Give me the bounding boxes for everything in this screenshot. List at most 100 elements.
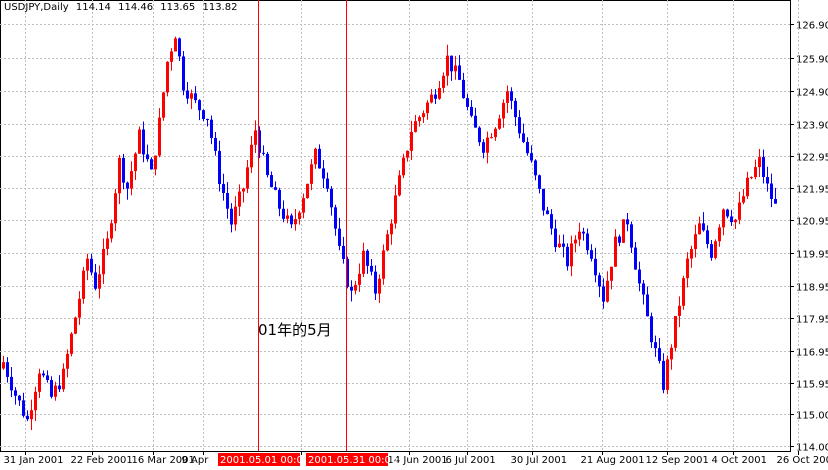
candle	[94, 263, 97, 291]
candle-body	[626, 219, 629, 225]
candle-body	[742, 196, 745, 203]
candle	[706, 225, 709, 249]
candle	[650, 312, 653, 348]
candle-body	[594, 258, 597, 276]
candle-body	[414, 121, 417, 132]
candle	[298, 210, 301, 225]
candle	[646, 286, 649, 317]
candle	[146, 144, 149, 162]
candle-body	[678, 305, 681, 316]
candle	[658, 338, 661, 364]
candle-body	[42, 373, 45, 376]
y-tick-label: 114.00	[796, 443, 828, 454]
candle-body	[238, 191, 241, 207]
candle-body	[766, 177, 769, 184]
candle-body	[130, 171, 133, 189]
candle-body	[530, 153, 533, 161]
candle	[726, 208, 729, 219]
candle	[162, 91, 165, 121]
candle-body	[478, 127, 481, 143]
candle-body	[154, 155, 157, 170]
candle	[178, 37, 181, 61]
candle-body	[582, 231, 585, 234]
candle	[730, 209, 733, 226]
candle-body	[738, 202, 741, 220]
candle-body	[514, 100, 517, 118]
y-tick-label: 122.95	[796, 153, 828, 164]
candle	[166, 61, 169, 97]
candle	[754, 159, 757, 180]
candle	[442, 72, 445, 93]
y-tick-label: 126.90	[796, 21, 828, 32]
candle	[406, 150, 409, 162]
candle	[526, 137, 529, 156]
candle-body	[578, 231, 581, 240]
candle-body	[90, 258, 93, 273]
candle	[758, 149, 761, 177]
candle-body	[250, 144, 253, 168]
candle	[506, 85, 509, 113]
candle	[318, 144, 321, 169]
candle-body	[322, 168, 325, 179]
candle	[678, 296, 681, 328]
candle-body	[622, 219, 625, 243]
candle-body	[570, 243, 573, 267]
candle-body	[2, 362, 5, 369]
candle	[6, 357, 9, 383]
candle	[550, 209, 553, 235]
candle-body	[382, 250, 385, 279]
candle-body	[38, 373, 41, 392]
y-tick-label: 123.90	[796, 121, 828, 132]
candle	[30, 399, 33, 431]
candle-body	[518, 117, 521, 134]
candle-body	[150, 159, 153, 170]
candle	[454, 55, 457, 80]
x-tick-label: 4 Oct 2001	[712, 455, 767, 466]
candle	[398, 170, 401, 197]
candle-body	[714, 241, 717, 258]
candle-body	[386, 234, 389, 251]
candle	[42, 370, 45, 378]
candle-body	[210, 119, 213, 138]
candle	[74, 316, 77, 335]
candle-body	[526, 141, 529, 154]
candle	[426, 100, 429, 120]
chart-annotation-text: 01年的5月	[258, 321, 332, 339]
candle-body	[538, 175, 541, 189]
x-tick-label: 26 Oct 2001	[777, 455, 828, 466]
candle	[322, 160, 325, 189]
candle	[530, 145, 533, 163]
candle-body	[510, 91, 513, 101]
chart-window[interactable]: 126.90 125.90 124.90 123.90 122.95 121.95 120.…	[0, 0, 828, 470]
candle	[62, 363, 65, 392]
candle	[394, 184, 397, 229]
y-tick-label: 115.00	[796, 411, 828, 422]
candle	[34, 386, 37, 422]
candle-body	[754, 167, 757, 178]
candle-body	[362, 250, 365, 274]
candle-body	[106, 238, 109, 249]
candle-body	[618, 236, 621, 243]
candle	[714, 239, 717, 260]
low-value: 113.65	[160, 2, 196, 13]
candle	[278, 187, 281, 217]
candle	[46, 370, 49, 383]
candle	[22, 392, 25, 418]
y-tick-label: 119.95	[796, 250, 828, 261]
candle-body	[558, 243, 561, 248]
candle-body	[370, 265, 373, 272]
price-chart[interactable]: 126.90 125.90 124.90 123.90 122.95 121.95 120.…	[0, 0, 828, 470]
vertical-line-label: 2001.05.31 00:00	[308, 455, 397, 466]
candle	[574, 235, 577, 253]
candle-body	[426, 102, 429, 114]
candle	[490, 133, 493, 139]
candle-body	[166, 61, 169, 93]
candle	[746, 171, 749, 199]
candle-body	[230, 208, 233, 225]
candle	[170, 48, 173, 71]
candle	[114, 188, 117, 232]
candle-body	[554, 228, 557, 248]
candle	[214, 132, 217, 156]
candle	[682, 275, 685, 310]
candle	[694, 224, 697, 258]
